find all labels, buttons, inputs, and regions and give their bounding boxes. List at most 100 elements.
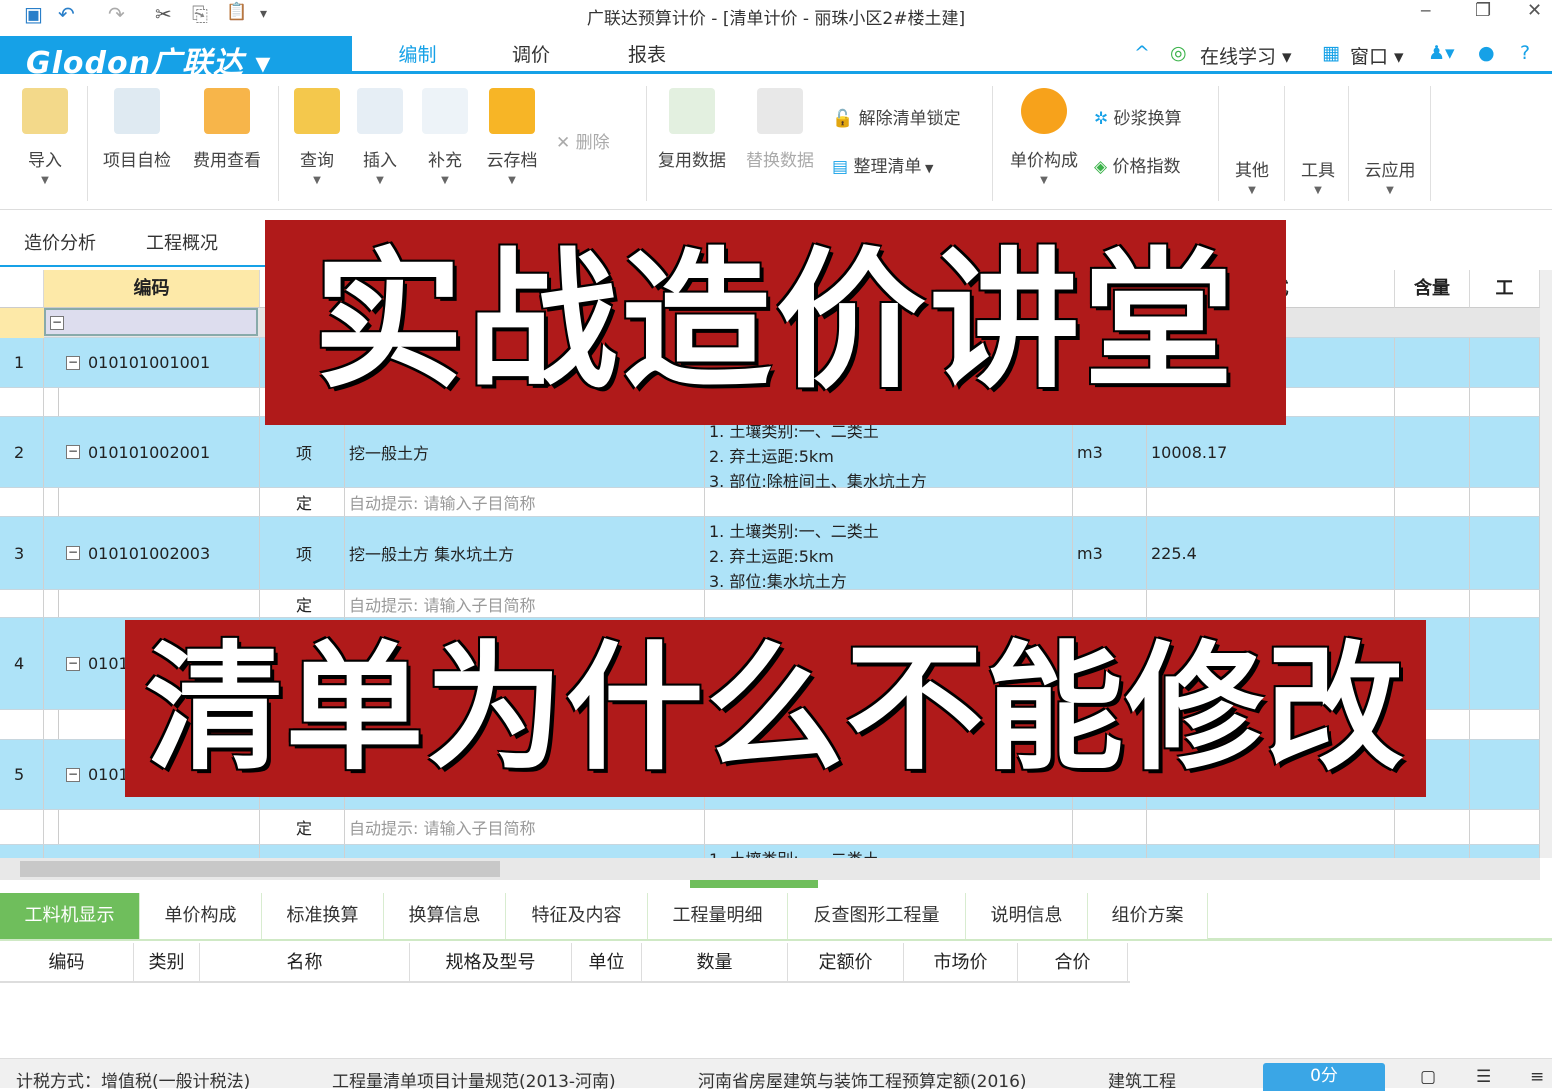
dropdown-arrow-icon: ▼ bbox=[508, 175, 516, 186]
menu-bar: Glodon广联达 ▾ 编制 调价 报表 ^ ◎ 在线学习 ▾ ▦ 窗口 ▾ ♟… bbox=[0, 36, 1552, 81]
collapse-icon[interactable]: − bbox=[66, 445, 80, 459]
fee-view-button[interactable]: 费用查看 bbox=[188, 88, 266, 171]
column-header[interactable]: 单位 bbox=[572, 943, 642, 983]
unlock-list-button[interactable]: 🔓 解除清单锁定 bbox=[832, 104, 961, 129]
table-row[interactable]: 2−010101002001 项挖一般土方 1. 土壤类别:一、二类土 2. 弃土运距… bbox=[0, 417, 1540, 491]
divider bbox=[278, 86, 279, 201]
project-check-button[interactable]: 项目自检 bbox=[98, 88, 176, 171]
tab-project-overview[interactable]: 工程概况 bbox=[146, 229, 218, 255]
item-type: 定 bbox=[260, 590, 345, 617]
column-header[interactable] bbox=[0, 270, 44, 308]
column-header[interactable]: 含量 bbox=[1395, 270, 1470, 308]
help-icon[interactable]: ? bbox=[1520, 42, 1530, 64]
price-index-button[interactable]: ◈ 价格指数 bbox=[1094, 152, 1180, 177]
item-code-text[interactable]: 0101 bbox=[88, 765, 129, 784]
item-code: −010101002001 bbox=[44, 417, 260, 487]
divider bbox=[1218, 86, 1219, 201]
item-code-text[interactable]: 0101 bbox=[88, 654, 129, 673]
collapse-ribbon-icon[interactable]: ^ bbox=[1134, 42, 1150, 64]
cloud-apps-button[interactable]: 云应用 ▼ bbox=[1354, 156, 1426, 196]
other-button[interactable]: 其他 ▼ bbox=[1222, 156, 1282, 196]
sub-row[interactable]: 定自动提示: 请输入子目简称 bbox=[0, 590, 1540, 618]
tab-adjust-price[interactable]: 调价 bbox=[512, 40, 550, 71]
detail-tab[interactable]: 反查图形工程量 bbox=[788, 893, 966, 939]
list-view-icon[interactable]: ☰ bbox=[1476, 1067, 1491, 1087]
detail-tab[interactable]: 单价构成 bbox=[140, 893, 262, 939]
assistant-icon[interactable]: ● bbox=[1478, 42, 1495, 64]
query-button[interactable]: 查询 ▼ bbox=[282, 88, 352, 186]
item-code-text[interactable]: 010101002003 bbox=[88, 544, 210, 563]
window-menu[interactable]: 窗口 ▾ bbox=[1350, 42, 1404, 69]
filter-cell[interactable]: − bbox=[44, 308, 258, 336]
label: 价格指数 bbox=[1112, 157, 1181, 177]
collapse-all-icon[interactable]: − bbox=[50, 316, 64, 330]
row-indicator bbox=[0, 308, 44, 338]
divider bbox=[1348, 86, 1349, 201]
score-button[interactable]: 0分 bbox=[1263, 1063, 1385, 1091]
label: 云应用 bbox=[1364, 161, 1416, 181]
close-button[interactable]: ✕ bbox=[1527, 0, 1542, 21]
unit-price-composition-button[interactable]: 单价构成 ▼ bbox=[1004, 88, 1084, 186]
replace-data-button[interactable]: 替换数据 bbox=[740, 88, 820, 171]
detail-tab[interactable]: 工程量明细 bbox=[648, 893, 788, 939]
mortar-conversion-button[interactable]: ✲ 砂浆换算 bbox=[1094, 104, 1182, 129]
insert-button[interactable]: 插入 ▼ bbox=[345, 88, 415, 186]
column-header[interactable]: 数量 bbox=[642, 943, 788, 983]
app-logo-menu[interactable]: Glodon广联达 ▾ bbox=[0, 36, 352, 81]
cloud-archive-button[interactable]: 云存档 ▼ bbox=[477, 88, 547, 186]
detail-tab[interactable]: 组价方案 bbox=[1088, 893, 1208, 939]
horizontal-scrollbar[interactable] bbox=[0, 858, 1540, 880]
item-code-text[interactable]: 010101001001 bbox=[88, 353, 210, 372]
tools-button[interactable]: 工具 ▼ bbox=[1288, 156, 1348, 196]
detail-tab[interactable]: 工料机显示 bbox=[0, 893, 140, 939]
table-row[interactable]: − 1. 土壤类别:一、二类土 bbox=[0, 845, 1540, 858]
detail-tab[interactable]: 特征及内容 bbox=[506, 893, 648, 939]
panel-splitter-handle[interactable] bbox=[690, 880, 818, 888]
tab-cost-analysis[interactable]: 造价分析 bbox=[24, 229, 96, 255]
sub-row[interactable]: 定自动提示: 请输入子目简称 bbox=[0, 488, 1540, 517]
restore-button[interactable]: ❐ bbox=[1475, 0, 1491, 21]
scrollbar-thumb[interactable] bbox=[20, 861, 500, 877]
column-header[interactable]: 规格及型号 bbox=[410, 943, 572, 983]
minimize-button[interactable]: ‒ bbox=[1420, 0, 1431, 21]
collapse-icon[interactable]: − bbox=[66, 546, 80, 560]
column-header[interactable]: 合价 bbox=[1018, 943, 1128, 983]
label: 费用查看 bbox=[193, 151, 261, 171]
mortar-icon: ✲ bbox=[1094, 109, 1114, 129]
detail-tab[interactable]: 换算信息 bbox=[384, 893, 506, 939]
item-type: 项 bbox=[260, 517, 345, 589]
user-icon[interactable]: ♟▾ bbox=[1428, 42, 1455, 64]
collapse-icon[interactable]: − bbox=[66, 656, 80, 671]
delete-button[interactable]: ✕ 删除 bbox=[556, 128, 610, 153]
label: 解除清单锁定 bbox=[858, 109, 961, 129]
import-button[interactable]: 导入 ▼ bbox=[10, 88, 80, 186]
online-learning-menu[interactable]: 在线学习 ▾ bbox=[1200, 42, 1292, 69]
column-header[interactable]: 工 bbox=[1470, 270, 1540, 308]
tab-edit[interactable]: 编制 bbox=[360, 40, 475, 74]
supplement-button[interactable]: 补充 ▼ bbox=[410, 88, 480, 186]
divider bbox=[992, 86, 993, 201]
column-header[interactable]: 市场价 bbox=[904, 943, 1018, 983]
cell bbox=[1147, 810, 1395, 844]
vertical-scrollbar[interactable] bbox=[1540, 270, 1552, 858]
detail-tab[interactable]: 说明信息 bbox=[966, 893, 1088, 939]
table-row[interactable]: 3−010101002003 项挖一般土方 集水坑土方 1. 土壤类别:一、二类土 2… bbox=[0, 517, 1540, 591]
cell bbox=[1395, 488, 1470, 516]
organize-list-button[interactable]: ▤ 整理清单 ▼ bbox=[832, 152, 933, 177]
collapse-icon[interactable]: − bbox=[66, 767, 80, 782]
menu-icon[interactable]: ≡ bbox=[1530, 1067, 1544, 1087]
column-header[interactable]: 类别 bbox=[134, 943, 200, 983]
collapse-icon[interactable]: − bbox=[66, 355, 80, 370]
column-header[interactable]: 名称 bbox=[200, 943, 410, 983]
cell bbox=[705, 810, 1073, 844]
tab-report[interactable]: 报表 bbox=[628, 40, 666, 71]
column-header[interactable]: 定额价 bbox=[788, 943, 904, 983]
reuse-data-button[interactable]: 复用数据 bbox=[652, 88, 732, 171]
detail-tab[interactable]: 标准换算 bbox=[262, 893, 384, 939]
window-grid-icon: ▦ bbox=[1322, 42, 1340, 64]
column-header[interactable]: 编码 bbox=[0, 943, 134, 983]
view-icon[interactable]: ▢ bbox=[1420, 1067, 1436, 1087]
item-code-text[interactable]: 010101002001 bbox=[88, 443, 210, 462]
column-header[interactable]: 编码 bbox=[44, 270, 260, 308]
sub-row[interactable]: 定自动提示: 请输入子目简称 bbox=[0, 810, 1540, 845]
